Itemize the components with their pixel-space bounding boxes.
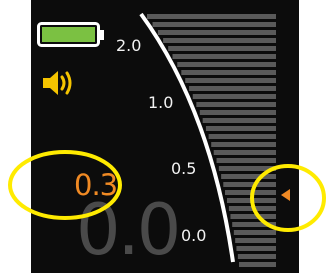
level-bar <box>168 46 276 51</box>
level-bar <box>189 86 276 91</box>
level-bar <box>239 262 276 267</box>
level-bar <box>236 246 276 251</box>
level-bar <box>172 54 276 59</box>
scale-label-1-0: 1.0 <box>148 93 174 112</box>
level-bar <box>163 38 276 43</box>
level-bar <box>213 150 276 155</box>
level-bar <box>211 142 276 147</box>
level-bar <box>226 198 276 203</box>
level-bar <box>147 14 276 19</box>
level-bar <box>202 118 276 123</box>
large-value-readout: 0.0 <box>76 189 181 271</box>
level-bar <box>216 158 276 163</box>
level-bar <box>230 214 276 219</box>
level-bar <box>152 22 276 27</box>
level-bar <box>185 78 276 83</box>
level-bar <box>228 206 276 211</box>
level-bar <box>218 166 276 171</box>
scale-label-2-0: 2.0 <box>116 36 142 55</box>
level-bar <box>225 190 276 195</box>
level-bar <box>192 94 276 99</box>
level-bar <box>208 134 276 139</box>
level-bar <box>196 102 276 107</box>
level-bar <box>177 62 276 67</box>
level-bar <box>157 30 276 35</box>
level-bar <box>223 182 276 187</box>
level-bar <box>233 230 276 235</box>
left-pointer-triangle-icon <box>281 189 290 201</box>
level-bar <box>232 222 276 227</box>
level-bar <box>181 70 276 75</box>
level-bar <box>237 254 276 259</box>
level-bar <box>221 174 276 179</box>
meter-screen: 2.0 1.0 0.5 0.0 0.0 0.3 <box>31 0 299 273</box>
level-bar <box>205 126 276 131</box>
scale-label-0-0: 0.0 <box>181 226 207 245</box>
current-value-readout: 0.3 <box>74 168 118 202</box>
level-bar <box>235 238 276 243</box>
level-bar <box>199 110 276 115</box>
scale-label-0-5: 0.5 <box>171 159 197 178</box>
